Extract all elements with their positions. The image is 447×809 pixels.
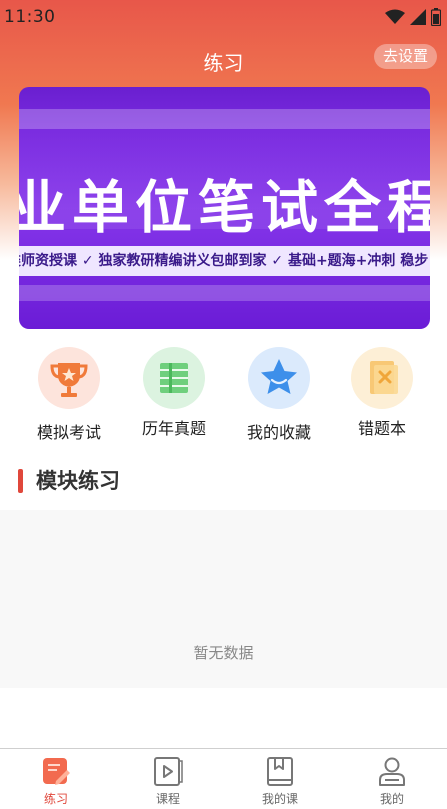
section-title: 模块练习 — [36, 469, 120, 493]
quick-item-favorites[interactable]: 我的收藏 — [227, 347, 331, 443]
status-bar: 11:30 — [0, 0, 447, 34]
star-icon — [248, 347, 310, 409]
settings-button[interactable]: 去设置 — [373, 44, 437, 69]
trophy-icon — [38, 347, 100, 409]
status-icons — [385, 8, 441, 26]
my-course-icon — [267, 757, 293, 786]
bottom-tab-bar: 练习 课程 我的课 我的 — [0, 748, 447, 809]
course-video-icon — [154, 757, 183, 786]
tab-label-courses: 课程 — [155, 792, 180, 806]
banner-tag-band: 类师资授课 ✓ 独家教研精编讲义包邮到家 ✓ 基础+题海+冲刺 稳步 — [19, 246, 430, 276]
quick-item-mock-exam[interactable]: 模拟考试 — [17, 347, 121, 443]
profile-icon — [379, 757, 405, 786]
status-time: 11:30 — [4, 7, 56, 27]
signal-icon — [410, 9, 426, 25]
tab-practice[interactable]: 练习 — [0, 749, 112, 809]
practice-icon — [43, 758, 70, 785]
quick-label-past-papers: 历年真题 — [141, 419, 206, 438]
tab-label-my-courses: 我的课 — [261, 792, 298, 806]
book-stack-icon — [143, 347, 205, 409]
mistake-notebook-icon — [351, 347, 413, 409]
wifi-icon — [385, 9, 405, 24]
tab-label-profile: 我的 — [379, 792, 404, 806]
battery-icon — [431, 8, 441, 26]
quick-label-mistakes: 错题本 — [357, 419, 406, 438]
promo-banner[interactable]: 业单位笔试全程 类师资授课 ✓ 独家教研精编讲义包邮到家 ✓ 基础+题海+冲刺 … — [19, 87, 430, 329]
quick-label-favorites: 我的收藏 — [246, 423, 311, 442]
banner-stripe-bottom — [19, 285, 430, 301]
quick-item-past-papers[interactable]: 历年真题 — [122, 347, 226, 439]
banner-tagline: 类师资授课 ✓ 独家教研精编讲义包邮到家 ✓ 基础+题海+冲刺 稳步 — [19, 253, 429, 269]
tab-profile[interactable]: 我的 — [336, 749, 447, 809]
quick-actions: 模拟考试 历年真题 我的收藏 错题本 — [0, 347, 447, 447]
section-accent-bar — [18, 469, 23, 493]
banner-headline: 业单位笔试全程 — [19, 175, 430, 241]
tab-label-practice: 练习 — [43, 792, 68, 806]
empty-state-text: 暂无数据 — [193, 644, 254, 662]
tab-my-courses[interactable]: 我的课 — [224, 749, 336, 809]
quick-label-mock-exam: 模拟考试 — [36, 423, 101, 442]
banner-stripe-top — [19, 109, 430, 129]
tab-courses[interactable]: 课程 — [112, 749, 224, 809]
quick-item-mistakes[interactable]: 错题本 — [330, 347, 434, 439]
